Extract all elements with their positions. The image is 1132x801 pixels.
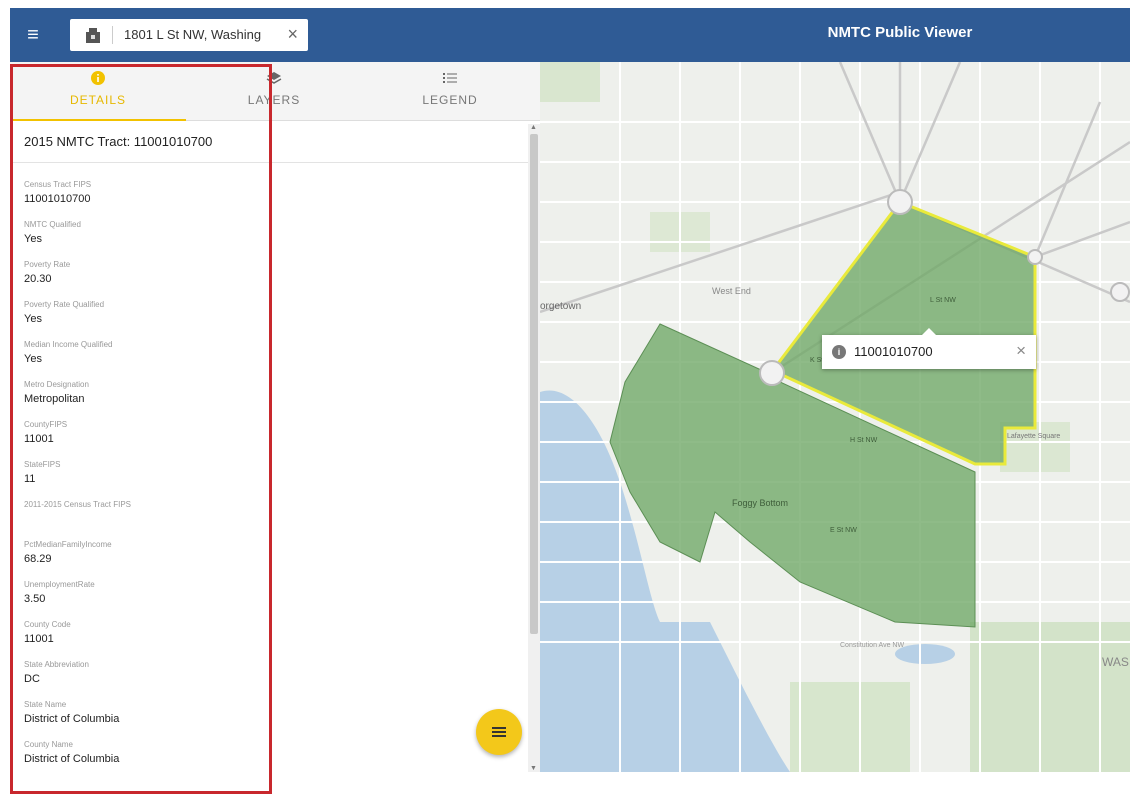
side-panel: DETAILS LAYERS LEGEND 2015 NMTC Tract: 1… (10, 62, 540, 772)
label-west-end: West End (712, 286, 751, 296)
app-title: NMTC Public Viewer (827, 24, 973, 41)
scrollbar-thumb[interactable] (530, 134, 538, 634)
details-field-list: Census Tract FIPS 11001010700 NMTC Qualif… (24, 178, 324, 778)
hamburger-menu-icon[interactable]: ≡ (18, 20, 48, 50)
field-value: Metropolitan (24, 393, 85, 405)
tab-layers-label: LAYERS (247, 93, 301, 107)
label-h-st: H St NW (850, 437, 878, 444)
field-metro-designation: Metro Designation Metropolitan (24, 378, 324, 418)
field-poverty-rate: Poverty Rate 20.30 (24, 258, 324, 298)
field-value: Yes (24, 313, 42, 325)
field-value: Yes (24, 233, 42, 245)
field-label: County Code (24, 620, 71, 629)
field-value: 20.30 (24, 273, 52, 285)
field-value: 11 (24, 473, 36, 485)
label-lafayette-square: Lafayette Square (1007, 433, 1060, 440)
label-georgetown: orgetown (540, 301, 581, 312)
field-value: District of Columbia (24, 753, 120, 765)
tab-details-label: DETAILS (69, 93, 127, 107)
field-county-fips: CountyFIPS 11001 (24, 418, 324, 458)
address-pin-icon (86, 28, 100, 43)
title-divider (10, 162, 528, 163)
tract-title: 2015 NMTC Tract: 11001010700 (24, 134, 213, 149)
field-label: Census Tract FIPS (24, 180, 92, 189)
field-nmtc-qualified: NMTC Qualified Yes (24, 218, 324, 258)
scroll-up-arrow-icon[interactable]: ▲ (530, 124, 537, 131)
info-icon: i (832, 345, 846, 359)
field-unemployment-rate: UnemploymentRate 3.50 (24, 578, 324, 618)
tab-layers[interactable]: LAYERS (186, 62, 362, 120)
tab-details[interactable]: DETAILS (10, 62, 186, 121)
close-icon[interactable]: × (1016, 341, 1026, 361)
field-census-tract-fips: Census Tract FIPS 11001010700 (24, 178, 324, 218)
field-value: 68.29 (24, 553, 52, 565)
field-label: PctMedianFamilyIncome (24, 540, 112, 549)
field-label: Poverty Rate (24, 260, 71, 269)
field-label: Poverty Rate Qualified (24, 300, 105, 309)
field-label: StateFIPS (24, 460, 61, 469)
label-l-st: L St NW (930, 297, 956, 304)
field-value: 3.50 (24, 593, 46, 605)
field-label: State Name (24, 700, 67, 709)
tab-legend[interactable]: LEGEND (362, 62, 538, 120)
clear-search-icon[interactable]: × (287, 24, 298, 45)
label-e-st: E St NW (830, 527, 857, 534)
field-label: State Abbreviation (24, 660, 89, 669)
list-menu-icon (492, 726, 506, 737)
field-poverty-rate-qualified: Poverty Rate Qualified Yes (24, 298, 324, 338)
panel-tabs: DETAILS LAYERS LEGEND (10, 62, 540, 121)
address-search-box[interactable]: 1801 L St NW, Washing × (70, 19, 308, 51)
legend-list-icon (443, 73, 457, 83)
search-divider (112, 26, 113, 44)
label-foggy-bottom: Foggy Bottom (732, 498, 788, 508)
tab-legend-label: LEGEND (422, 93, 478, 107)
field-2011-2015-census-tract-fips: 2011-2015 Census Tract FIPS (24, 498, 324, 538)
map-view[interactable]: orgetown West End Foggy Bottom WAS Lafay… (540, 62, 1130, 772)
field-label: NMTC Qualified (24, 220, 81, 229)
field-value: Yes (24, 353, 42, 365)
field-value: 11001010700 (24, 193, 91, 205)
field-label: 2011-2015 Census Tract FIPS (24, 500, 132, 509)
field-county-code: County Code 11001 (24, 618, 324, 658)
info-icon (91, 71, 105, 85)
field-median-income-qualified: Median Income Qualified Yes (24, 338, 324, 378)
panel-scrollbar[interactable]: ▲ ▼ (528, 124, 540, 772)
layers-icon (266, 72, 282, 84)
search-input[interactable]: 1801 L St NW, Washing (124, 27, 274, 42)
field-label: Median Income Qualified (24, 340, 113, 349)
app-header: ≡ 1801 L St NW, Washing × NMTC Public Vi… (10, 8, 1130, 62)
field-value: DC (24, 673, 40, 685)
field-state-fips: StateFIPS 11 (24, 458, 324, 498)
field-label: CountyFIPS (24, 420, 68, 429)
field-label: Metro Designation (24, 380, 89, 389)
label-constitution-ave: Constitution Ave NW (840, 642, 904, 649)
field-value: 11001 (24, 433, 54, 445)
scroll-down-arrow-icon[interactable]: ▼ (530, 765, 537, 772)
field-value: 11001 (24, 633, 54, 645)
label-was: WAS (1102, 655, 1129, 669)
basemap[interactable]: orgetown West End Foggy Bottom WAS Lafay… (540, 62, 1130, 772)
field-label: County Name (24, 740, 73, 749)
tract-popup[interactable]: i 11001010700 × (822, 328, 1036, 369)
field-state-abbreviation: State Abbreviation DC (24, 658, 324, 698)
panel-menu-button[interactable] (476, 709, 522, 755)
popup-tract-id: 11001010700 (854, 344, 933, 359)
field-value: District of Columbia (24, 713, 120, 725)
field-state-name: State Name District of Columbia (24, 698, 324, 738)
field-label: UnemploymentRate (24, 580, 95, 589)
field-pct-median-family-income: PctMedianFamilyIncome 68.29 (24, 538, 324, 578)
field-county-name: County Name District of Columbia (24, 738, 324, 778)
